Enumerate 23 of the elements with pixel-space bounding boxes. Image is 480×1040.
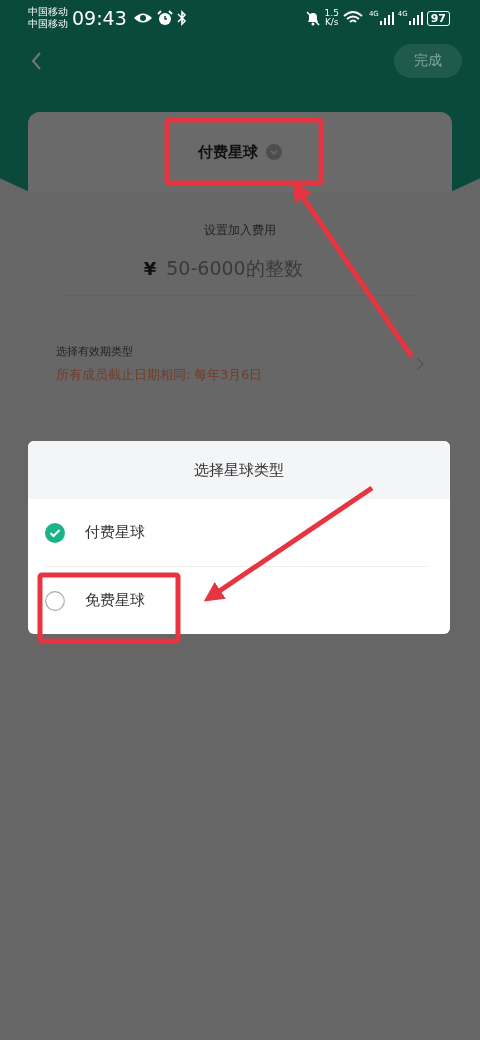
currency-symbol: ¥ <box>143 257 157 279</box>
bluetooth-icon <box>176 10 187 26</box>
network-speed: 1.5 K/s <box>324 9 339 27</box>
clock-time: 09:43 <box>72 7 127 29</box>
radio-icon[interactable] <box>45 590 65 611</box>
signal-icon <box>408 11 423 25</box>
signal-icon <box>379 11 394 25</box>
carrier-label: 中国移动 <box>28 18 68 30</box>
dropdown-icon[interactable] <box>266 144 282 160</box>
back-icon[interactable] <box>30 51 42 71</box>
fee-label: 设置加入费用 <box>204 222 276 239</box>
muted-bell-icon <box>304 10 321 26</box>
wifi-icon <box>342 11 365 25</box>
checked-radio-icon[interactable] <box>45 522 65 543</box>
planet-type-title[interactable]: 付费星球 <box>198 142 258 162</box>
battery-level: 97 <box>426 10 450 26</box>
alarm-icon <box>156 10 173 26</box>
eye-icon <box>132 11 153 25</box>
planet-type-option[interactable]: 付费星球 <box>28 499 428 566</box>
validity-row[interactable]: 选择有效期类型 所有成员截止日期相同: 每年3月6日 <box>56 344 424 384</box>
planet-type-option[interactable]: 免费星球 <box>45 566 428 634</box>
dialog-title: 选择星球类型 <box>194 460 284 480</box>
carrier-label: 中国移动 <box>28 6 68 18</box>
